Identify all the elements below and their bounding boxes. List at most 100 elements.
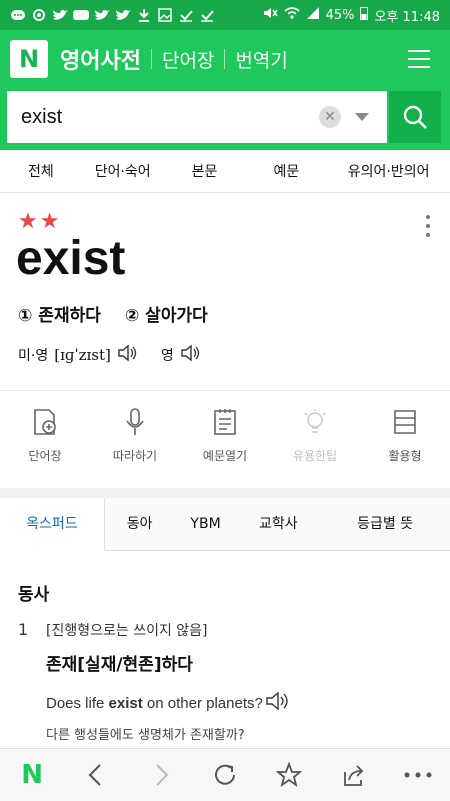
action-conjugation[interactable]: 활용형 bbox=[360, 391, 450, 489]
message-icon bbox=[10, 8, 26, 22]
checkmark-icon bbox=[199, 8, 215, 22]
app-header: N 영어사전 단어장 번역기 bbox=[0, 30, 450, 88]
refresh-icon bbox=[215, 764, 235, 785]
bottom-toolbar: N bbox=[0, 748, 450, 801]
action-tips[interactable]: 유용한팁 bbox=[270, 391, 360, 489]
meaning-2: ② 살아가다 bbox=[124, 306, 208, 326]
action-shadowing[interactable]: 따라하기 bbox=[90, 391, 180, 489]
pron-us-label: 미·영 bbox=[18, 348, 49, 364]
page-title[interactable]: 영어사전 bbox=[60, 43, 141, 75]
tab-oxford[interactable]: 옥스퍼드 bbox=[0, 497, 105, 551]
pron-uk-label: 영 bbox=[160, 348, 174, 364]
tab-level-meanings[interactable]: 등급별 뜻 bbox=[320, 498, 450, 550]
refresh-button[interactable] bbox=[193, 762, 257, 788]
category-tabs: 전체 단어·숙어 본문 예문 유의어·반의어 bbox=[0, 150, 450, 193]
header-divider bbox=[150, 49, 152, 69]
dropdown-arrow-icon[interactable] bbox=[355, 113, 369, 121]
word-entry-card: ★★ exist ① 존재하다 ② 살아가다 미·영 [ɪɡˈzɪst] 영 bbox=[0, 193, 450, 389]
action-label: 예문열기 bbox=[202, 449, 248, 463]
tab-words-idioms[interactable]: 단어·숙어 bbox=[82, 161, 164, 181]
notepad-icon bbox=[214, 409, 236, 435]
usage-note: [진행형으로는 쓰이지 않음] bbox=[46, 623, 208, 639]
battery-percent: 45% bbox=[325, 7, 355, 23]
more-options-icon[interactable] bbox=[426, 215, 430, 242]
tab-all[interactable]: 전체 bbox=[0, 161, 82, 181]
system-status: 45% 오후 11:48 bbox=[262, 6, 450, 25]
home-button[interactable]: N bbox=[0, 760, 64, 790]
talk-icon bbox=[73, 8, 89, 22]
forward-button[interactable] bbox=[129, 763, 193, 787]
more-button[interactable] bbox=[386, 771, 450, 779]
example-translation: 다른 행성들에도 생명체가 존재할까? bbox=[46, 728, 245, 743]
pron-us-ipa: [ɪɡˈzɪst] bbox=[54, 346, 111, 364]
definition-section: 동사 1 [진행형으로는 쓰이지 않음] 존재[실재/현존]하다 Does li… bbox=[0, 550, 450, 750]
signal-icon bbox=[306, 6, 320, 24]
twitter-icon bbox=[52, 8, 68, 22]
twitter-icon bbox=[115, 8, 131, 22]
pronunciation: 미·영 [ɪɡˈzɪst] 영 bbox=[18, 343, 202, 367]
bookmark-button[interactable] bbox=[257, 762, 321, 788]
add-to-wordbook-icon bbox=[34, 409, 56, 435]
speaker-icon[interactable] bbox=[265, 690, 293, 716]
action-examples[interactable]: 예문열기 bbox=[180, 391, 270, 489]
speaker-icon[interactable] bbox=[117, 343, 139, 367]
checkmark-icon bbox=[178, 8, 194, 22]
sense-number: 1 bbox=[18, 620, 29, 639]
download-icon bbox=[136, 8, 152, 22]
section-divider bbox=[0, 488, 450, 498]
action-label: 유용한팁 bbox=[292, 449, 338, 463]
example-text: Does life bbox=[46, 694, 109, 712]
action-label: 활용형 bbox=[388, 449, 422, 463]
search-box: ✕ bbox=[7, 91, 387, 143]
clock: 오후 11:48 bbox=[374, 9, 440, 25]
tab-synonyms-antonyms[interactable]: 유의어·반의어 bbox=[327, 161, 450, 181]
speaker-icon[interactable] bbox=[180, 343, 202, 367]
notification-icons bbox=[0, 8, 215, 22]
tab-examples[interactable]: 예문 bbox=[245, 161, 327, 181]
example-keyword: exist bbox=[108, 694, 143, 712]
status-bar: 45% 오후 11:48 bbox=[0, 0, 450, 30]
microphone-icon bbox=[126, 408, 144, 435]
part-of-speech: 동사 bbox=[18, 585, 50, 605]
share-icon bbox=[343, 765, 363, 786]
wordbook-link[interactable]: 단어장 bbox=[162, 46, 214, 73]
tab-donga[interactable]: 동아 bbox=[105, 498, 175, 550]
action-label: 단어장 bbox=[28, 449, 62, 463]
tab-kyohaksa[interactable]: 교학사 bbox=[236, 498, 320, 550]
mute-icon bbox=[262, 6, 278, 24]
image-icon bbox=[157, 8, 173, 22]
example-text: on other planets? bbox=[142, 694, 263, 712]
naver-home-icon: N bbox=[21, 760, 44, 790]
meaning-1: ① 존재하다 bbox=[18, 306, 101, 326]
menu-icon[interactable] bbox=[408, 50, 430, 68]
action-label: 따라하기 bbox=[112, 449, 158, 463]
back-button[interactable] bbox=[64, 763, 128, 787]
clear-icon[interactable]: ✕ bbox=[319, 106, 341, 128]
twitter-icon bbox=[94, 8, 110, 22]
search-input[interactable] bbox=[7, 96, 313, 138]
tab-ybm[interactable]: YBM bbox=[175, 498, 237, 550]
back-arrow-icon bbox=[89, 764, 102, 786]
more-icon bbox=[404, 772, 432, 778]
search-bar: ✕ bbox=[0, 88, 450, 150]
star-icon bbox=[276, 762, 303, 788]
search-button[interactable] bbox=[389, 91, 441, 143]
settings-icon bbox=[31, 8, 47, 22]
translator-link[interactable]: 번역기 bbox=[235, 46, 287, 73]
action-wordbook[interactable]: 단어장 bbox=[0, 391, 90, 489]
naver-logo-text: N bbox=[18, 45, 40, 73]
dictionary-tabs: 옥스퍼드 동아 YBM 교학사 등급별 뜻 bbox=[0, 497, 450, 551]
meaning-summary: ① 존재하다 ② 살아가다 bbox=[18, 301, 208, 326]
wifi-icon bbox=[284, 6, 300, 24]
forward-arrow-icon bbox=[155, 764, 169, 786]
sense-meaning: 존재[실재/현존]하다 bbox=[46, 655, 193, 675]
header-divider bbox=[224, 49, 226, 69]
share-button[interactable] bbox=[321, 762, 385, 788]
action-toolbar: 단어장 따라하기 예문열기 유용한팁 활용형 bbox=[0, 390, 450, 489]
conjugation-icon bbox=[394, 410, 416, 434]
naver-logo[interactable]: N bbox=[10, 40, 48, 78]
battery-icon bbox=[360, 6, 369, 24]
lightbulb-icon bbox=[304, 409, 326, 433]
tab-body[interactable]: 본문 bbox=[164, 161, 246, 181]
search-icon bbox=[403, 105, 427, 129]
